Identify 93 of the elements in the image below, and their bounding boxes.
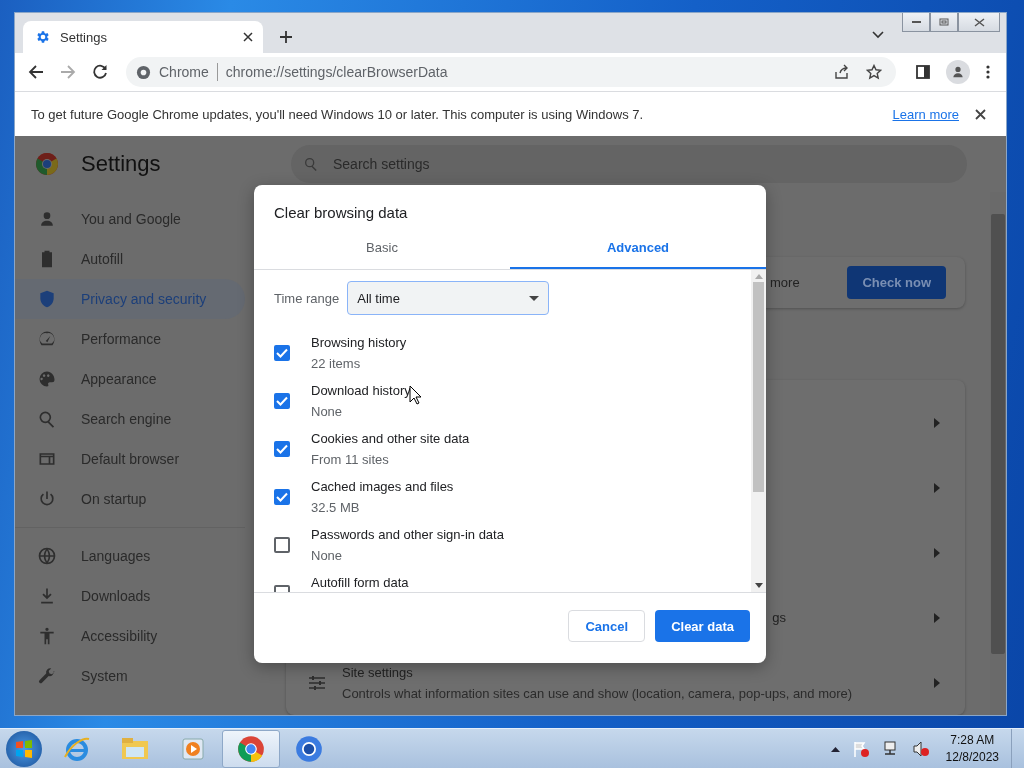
time-range-dropdown[interactable]: All time <box>347 281 550 315</box>
sidebar-item[interactable]: Accessibility <box>15 616 245 656</box>
arrow-right-icon[interactable] <box>934 612 940 623</box>
speaker-muted-icon[interactable] <box>911 739 930 758</box>
gear-icon <box>36 30 50 44</box>
checkbox[interactable] <box>274 393 290 409</box>
flag-icon[interactable] <box>851 739 870 758</box>
menu-icon[interactable] <box>986 65 990 79</box>
minimize-icon <box>911 20 921 24</box>
sidebar-item[interactable]: Search engine <box>15 399 245 439</box>
windows-logo-icon <box>13 737 35 760</box>
sidebar-item[interactable]: On startup <box>15 479 245 519</box>
arrow-right-icon[interactable] <box>934 547 940 558</box>
dialog-title: Clear browsing data <box>273 203 409 221</box>
sidebar-item[interactable]: Default browser <box>15 439 245 479</box>
checkbox[interactable] <box>274 537 290 553</box>
close-icon[interactable] <box>243 32 253 42</box>
site-origin: Chrome <box>159 64 209 80</box>
sliders-icon <box>308 674 326 691</box>
browser-icon <box>295 734 323 763</box>
sidebar-item[interactable]: You and Google <box>15 199 245 239</box>
time-range-label: Time range <box>274 290 340 306</box>
arrow-right-icon[interactable] <box>934 482 940 493</box>
search-icon <box>37 409 57 429</box>
address-bar[interactable]: Chrome chrome://settings/clearBrowserData <box>126 57 896 87</box>
item-detail: 32.5 MB <box>311 500 361 515</box>
sidebar-item[interactable]: Privacy and security <box>15 279 245 319</box>
maximize-button[interactable] <box>930 13 958 32</box>
url-text: chrome://settings/clearBrowserData <box>225 64 448 80</box>
sidebar-item[interactable]: Languages <box>15 536 245 576</box>
item-label: Cached images and files <box>311 479 454 494</box>
sidebar-item[interactable]: Appearance <box>15 359 245 399</box>
share-icon[interactable] <box>834 64 850 80</box>
close-icon <box>973 17 985 27</box>
item-label: Browsing history <box>311 335 407 350</box>
start-button[interactable] <box>6 730 42 767</box>
taskbar-app[interactable] <box>222 729 280 768</box>
profile-icon[interactable] <box>946 60 970 84</box>
chevron-down-icon[interactable] <box>872 31 884 39</box>
item-label: Passwords and other sign-in data <box>311 527 504 542</box>
row-text: gs <box>772 610 786 625</box>
minimize-button[interactable] <box>902 13 930 32</box>
item-label: Cookies and other site data <box>311 431 470 446</box>
clock-time: 7:28 AM <box>950 733 995 747</box>
restore-icon <box>939 18 949 26</box>
check-now-button[interactable]: Check now <box>847 266 946 299</box>
side-panel-icon[interactable] <box>916 65 930 79</box>
checkbox[interactable] <box>274 441 290 457</box>
item-detail: None <box>311 404 344 419</box>
close-icon[interactable] <box>975 108 986 120</box>
safety-text: more <box>770 275 801 290</box>
update-message: To get future Google Chrome updates, you'll need Windows 10 or later. This computer is using Windows 7. <box>31 106 644 122</box>
site-settings-title: Site settings <box>342 664 414 680</box>
sidebar-item[interactable]: System <box>15 656 245 696</box>
chrome-logo-icon <box>35 152 59 176</box>
globe-icon <box>37 546 57 566</box>
sidebar-item[interactable]: Performance <box>15 319 245 359</box>
browser-tab[interactable]: Settings <box>23 21 263 53</box>
checkbox[interactable] <box>274 489 290 505</box>
browser-icon <box>237 734 265 763</box>
sidebar-item[interactable]: Downloads <box>15 576 245 616</box>
item-detail: From 11 sites <box>311 452 390 467</box>
dialog-tab[interactable]: Advanced <box>510 233 766 269</box>
back-icon[interactable] <box>28 64 44 80</box>
media-player-icon <box>180 735 206 762</box>
checkbox[interactable] <box>274 345 290 361</box>
site-settings-description: Controls what information sites can use and show (location, camera, pop-ups, and more) <box>342 685 854 701</box>
new-tab-icon[interactable] <box>279 30 293 44</box>
scroll-down-icon[interactable] <box>754 583 763 588</box>
item-label: Autofill form data <box>311 575 409 590</box>
star-icon[interactable] <box>866 64 882 80</box>
arrow-right-icon[interactable] <box>934 677 940 688</box>
clock-date: 12/8/2023 <box>945 750 999 764</box>
learn-more-link[interactable]: Learn more <box>892 106 959 122</box>
cancel-button[interactable]: Cancel <box>568 610 646 642</box>
mouse-pointer-icon <box>409 385 422 405</box>
search-field[interactable]: Search settings <box>291 145 967 183</box>
item-detail: 22 items <box>311 356 362 371</box>
clear-data-button[interactable]: Clear data <box>655 610 750 642</box>
show-hidden-icons[interactable] <box>830 745 840 752</box>
arrow-right-icon[interactable] <box>934 417 940 428</box>
chrome-logo-icon <box>136 64 151 80</box>
shield-icon <box>37 289 57 309</box>
sidebar-item[interactable]: Autofill <box>15 239 245 279</box>
accessibility-icon <box>37 626 57 646</box>
caret-down-icon <box>529 295 540 301</box>
palette-icon <box>37 369 57 389</box>
scrollbar[interactable] <box>751 270 766 592</box>
item-detail: None <box>311 548 344 563</box>
dialog-tab[interactable]: Basic <box>254 233 510 269</box>
reload-icon[interactable] <box>92 64 108 80</box>
close-button[interactable] <box>958 13 1000 32</box>
settings-title: Settings <box>81 151 161 177</box>
